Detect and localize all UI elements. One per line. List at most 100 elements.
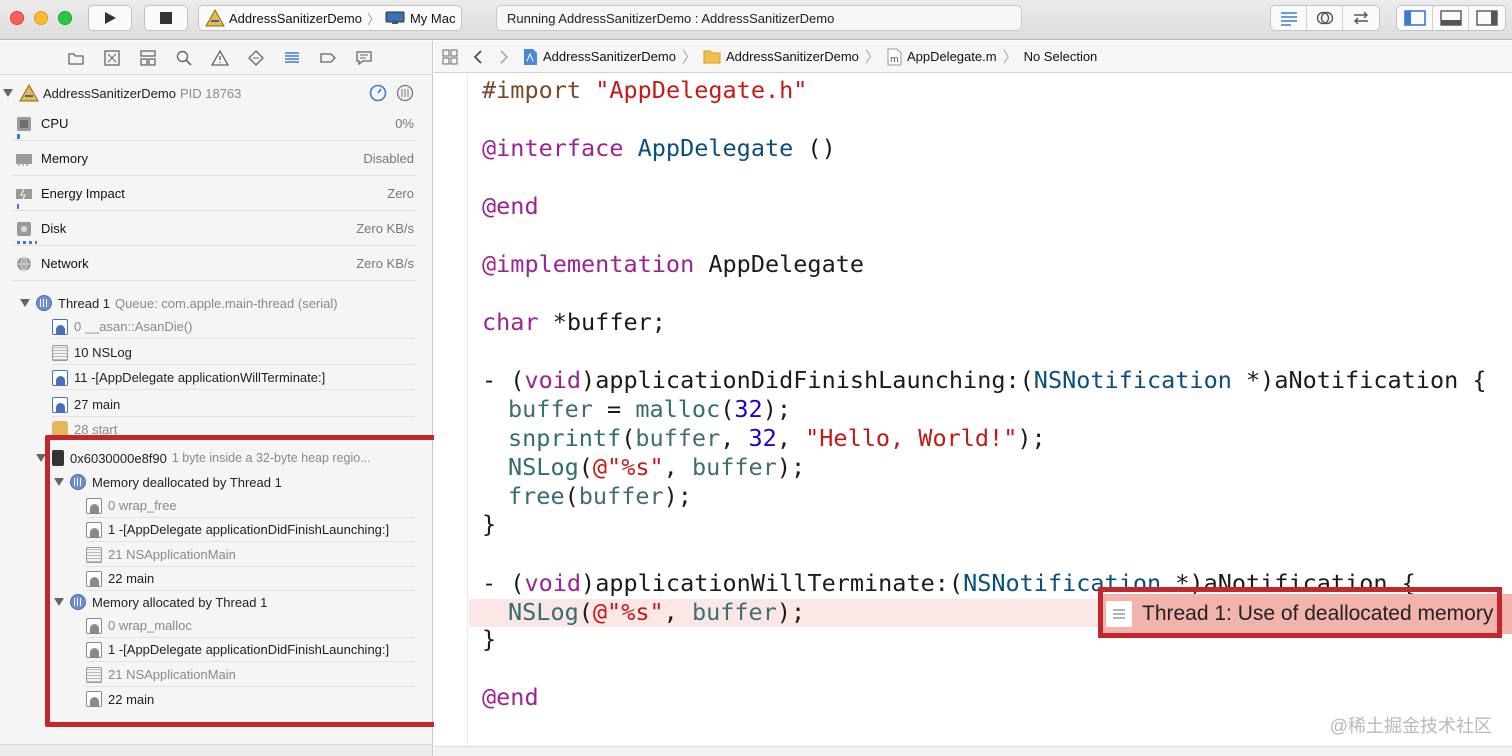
- source-editor[interactable]: #import "AppDelegate.h" @interface AppDe…: [434, 74, 1512, 756]
- stack-frame-row[interactable]: 1 -[AppDelegate applicationDidFinishLaun…: [86, 638, 415, 662]
- code-line[interactable]: @interface AppDelegate (): [482, 134, 836, 163]
- stack-frame-row[interactable]: 27 main: [52, 393, 415, 417]
- tab-issue-navigator[interactable]: [208, 46, 232, 70]
- stack-frame-row[interactable]: 0 wrap_free: [86, 494, 415, 518]
- disclosure-triangle-icon[interactable]: [20, 299, 30, 307]
- code-line[interactable]: - (void)applicationDidFinishLaunching:(N…: [482, 366, 1487, 395]
- forward-button[interactable]: [498, 49, 510, 65]
- back-button[interactable]: [472, 49, 484, 65]
- window-toolbar: AddressSanitizerDemo 〉 My Mac Running Ad…: [0, 0, 1512, 40]
- project-file-icon: [524, 48, 537, 65]
- code-line[interactable]: @implementation AppDelegate: [482, 250, 864, 279]
- scheme-selector[interactable]: AddressSanitizerDemo 〉 My Mac: [198, 5, 462, 31]
- zoom-window-button[interactable]: [58, 11, 72, 25]
- code-line[interactable]: free(buffer);: [508, 482, 692, 511]
- close-window-button[interactable]: [10, 11, 24, 25]
- code-line[interactable]: }: [482, 625, 496, 654]
- stack-frame-row[interactable]: 1 -[AppDelegate applicationDidFinishLaun…: [86, 518, 415, 542]
- memory-chip-icon: [52, 450, 64, 466]
- tab-source-control-navigator[interactable]: [100, 46, 124, 70]
- speech-bubble-icon: [356, 50, 372, 65]
- tab-test-navigator[interactable]: [244, 46, 268, 70]
- memory-allocated-row[interactable]: Memory allocated by Thread 1: [0, 591, 432, 613]
- jump-bar-file[interactable]: m AppDelegate.m: [886, 48, 997, 66]
- gauge-cpu[interactable]: CPU 0%: [12, 107, 416, 141]
- gauge-memory[interactable]: Memory Disabled: [12, 142, 416, 176]
- gauge-sparkline: [17, 134, 20, 139]
- code-line[interactable]: @end: [482, 192, 539, 221]
- mac-icon: [385, 11, 405, 24]
- stack-frame-row[interactable]: 11 -[AppDelegate applicationWillTerminat…: [52, 366, 415, 390]
- stack-frame-row[interactable]: 0 __asan::AsanDie(): [52, 315, 415, 339]
- stack-frame-row[interactable]: 0 wrap_malloc: [86, 614, 415, 638]
- gauge-label: CPU: [41, 116, 69, 131]
- memory-report-row[interactable]: 0x6030000e8f90 1 byte inside a 32-byte h…: [0, 447, 432, 469]
- jump-bar-selection[interactable]: No Selection: [1024, 49, 1098, 64]
- tab-symbol-navigator[interactable]: [136, 46, 160, 70]
- stop-button[interactable]: [144, 5, 188, 31]
- minimize-window-button[interactable]: [34, 11, 48, 25]
- toggle-utilities-button[interactable]: [1469, 6, 1505, 30]
- toggle-navigator-button[interactable]: [1397, 6, 1433, 30]
- stack-frame-row[interactable]: 21 NSApplicationMain: [86, 663, 415, 687]
- jump-bar-file-label: AppDelegate.m: [906, 49, 997, 64]
- code-line[interactable]: @end: [482, 683, 539, 712]
- memory-icon: [16, 153, 32, 166]
- thread-icon: [70, 594, 86, 610]
- memory-deallocated-row[interactable]: Memory deallocated by Thread 1: [0, 471, 432, 493]
- toggle-debug-area-button[interactable]: [1433, 6, 1469, 30]
- tab-report-navigator[interactable]: [352, 46, 376, 70]
- tab-find-navigator[interactable]: [172, 46, 196, 70]
- deallocated-title: Memory deallocated by Thread 1: [92, 474, 282, 490]
- gauge-icon[interactable]: [369, 84, 387, 102]
- version-editor-button[interactable]: [1343, 6, 1379, 30]
- tab-project-navigator[interactable]: [64, 46, 88, 70]
- disclosure-triangle-icon[interactable]: [36, 454, 46, 462]
- breakpoint-icon: [320, 52, 336, 63]
- disclosure-triangle-icon[interactable]: [54, 598, 64, 606]
- runtime-issue-annotation[interactable]: Thread 1: Use of deallocated memory: [1100, 594, 1512, 634]
- jump-bar: AddressSanitizerDemo 〉 AddressSanitizerD…: [434, 41, 1512, 73]
- stack-frame-row[interactable]: 21 NSApplicationMain: [86, 543, 415, 567]
- assistant-editor-button[interactable]: [1307, 6, 1343, 30]
- stack-frame-row[interactable]: 28 start: [52, 417, 415, 441]
- disclosure-triangle-icon[interactable]: [54, 478, 64, 486]
- tab-breakpoint-navigator[interactable]: [316, 46, 340, 70]
- gauge-value: Zero KB/s: [356, 256, 414, 271]
- code-line[interactable]: buffer = malloc(32);: [508, 395, 791, 424]
- line-gutter[interactable]: [434, 74, 468, 756]
- code-line[interactable]: snprintf(buffer, 32, "Hello, World!");: [508, 424, 1046, 453]
- process-row[interactable]: AddressSanitizerDemo PID 18763: [0, 83, 432, 103]
- frame-icon: [86, 521, 102, 538]
- code-line[interactable]: }: [482, 510, 496, 539]
- tab-debug-navigator[interactable]: [280, 46, 304, 70]
- code-line[interactable]: char *buffer;: [482, 308, 666, 337]
- stack-frame-row[interactable]: 22 main: [86, 687, 415, 711]
- chevron-left-icon: [473, 49, 482, 64]
- memory-address: 0x6030000e8f90: [70, 450, 167, 466]
- code-line[interactable]: #import "AppDelegate.h": [482, 76, 807, 105]
- gauge-energy[interactable]: Energy Impact Zero: [12, 177, 416, 211]
- gauge-network[interactable]: Network Zero KB/s: [12, 247, 416, 281]
- gauge-disk[interactable]: Disk Zero KB/s: [12, 212, 416, 246]
- frame-icon: [86, 691, 102, 707]
- code-line[interactable]: NSLog(@"%s", buffer);: [508, 453, 805, 482]
- code-line[interactable]: NSLog(@"%s", buffer);: [508, 598, 805, 627]
- bottom-panel-icon: [1439, 10, 1462, 26]
- stack-frame-row[interactable]: 10 NSLog: [52, 341, 415, 365]
- disclosure-triangle-icon[interactable]: [3, 89, 13, 97]
- stack-frame-row[interactable]: 22 main: [86, 567, 415, 591]
- svg-text:m: m: [890, 55, 899, 65]
- run-button[interactable]: [88, 5, 132, 31]
- standard-editor-button[interactable]: [1271, 6, 1307, 30]
- globe-icon: [17, 256, 31, 271]
- thread-row[interactable]: Thread 1 Queue: com.apple.main-thread (s…: [0, 293, 432, 313]
- jump-bar-separator: 〉: [681, 49, 697, 66]
- thread-view-icon[interactable]: [396, 84, 414, 102]
- jump-bar-group[interactable]: AddressSanitizerDemo: [703, 49, 859, 64]
- frame-label: 28 start: [74, 421, 118, 437]
- jump-bar-project[interactable]: AddressSanitizerDemo: [522, 48, 676, 66]
- jump-bar-selection-label: No Selection: [1023, 49, 1098, 64]
- related-items-button[interactable]: [442, 49, 458, 65]
- library-frame-icon: [86, 546, 102, 563]
